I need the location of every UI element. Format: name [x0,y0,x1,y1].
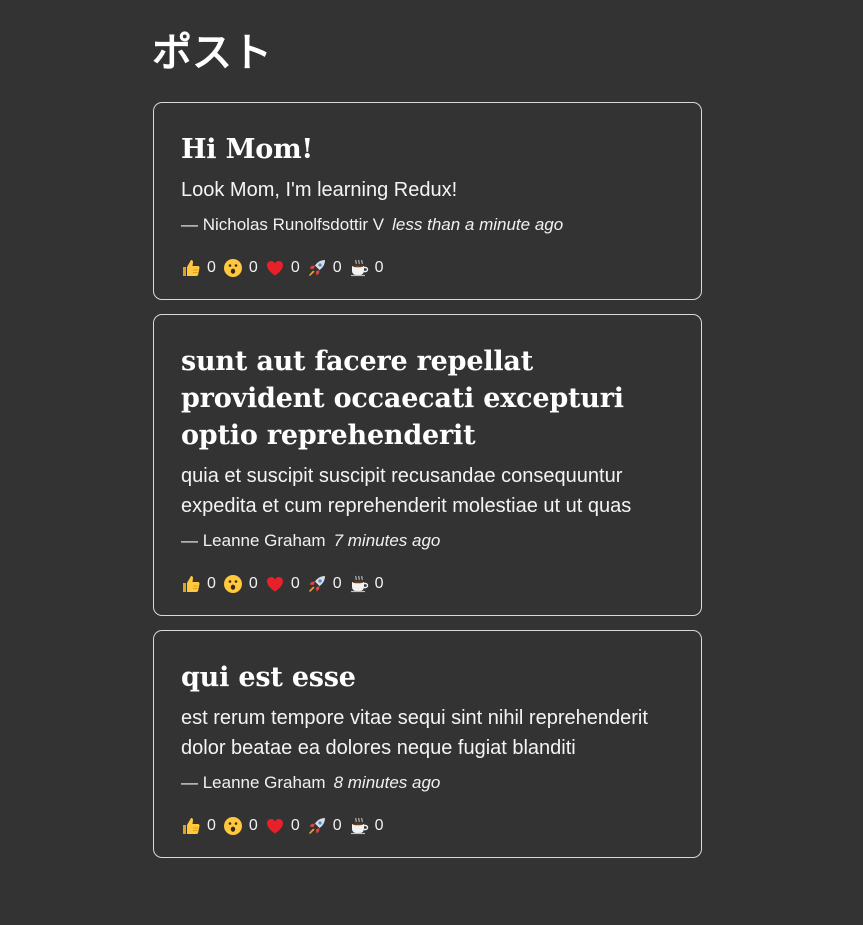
reaction-count: 0 [332,259,342,276]
post-meta: — Leanne Graham 8 minutes ago [181,771,674,795]
post-meta: — Leanne Graham 7 minutes ago [181,529,674,553]
post-timestamp: 7 minutes ago [333,531,441,550]
thumbs-up-icon [181,258,201,278]
reaction-heart-button[interactable]: 0 [265,574,300,594]
page-title: ポスト [152,30,272,76]
post-author: — Nicholas Runolfsdottir V [181,215,385,234]
reaction-rocket-button[interactable]: 0 [307,816,342,836]
reaction-rocket-button[interactable]: 0 [307,258,342,278]
post-author: — Leanne Graham [181,531,326,550]
reaction-thumbs-up-button[interactable]: 0 [181,816,216,836]
reaction-buttons: 0 0 0 0 0 [181,255,674,281]
reaction-surprised-button[interactable]: 0 [223,258,258,278]
reaction-count: 0 [207,817,216,834]
reaction-count: 0 [248,817,258,834]
post-meta: — Nicholas Runolfsdottir V less than a mi… [181,213,674,237]
rocket-icon [307,258,327,278]
reaction-thumbs-up-button[interactable]: 0 [181,258,216,278]
reaction-coffee-button[interactable]: 0 [349,816,384,836]
reaction-coffee-button[interactable]: 0 [349,258,384,278]
surprised-face-icon [223,574,243,594]
coffee-icon [349,258,369,278]
reaction-count: 0 [332,575,342,592]
reaction-buttons: 0 0 0 0 0 [181,571,674,597]
reaction-count: 0 [248,575,258,592]
thumbs-up-icon [181,574,201,594]
reaction-surprised-button[interactable]: 0 [223,574,258,594]
reaction-coffee-button[interactable]: 0 [349,574,384,594]
post-list: Hi Mom! Look Mom, I'm learning Redux! — … [153,102,702,872]
post-card: qui est esse est rerum tempore vitae seq… [153,630,702,858]
reaction-count: 0 [374,259,384,276]
post-title: Hi Mom! [181,134,314,165]
reaction-count: 0 [374,817,384,834]
reaction-count: 0 [374,575,384,592]
heart-icon [265,816,285,836]
reaction-count: 0 [290,817,300,834]
post-excerpt: Look Mom, I'm learning Redux! [181,179,458,201]
reaction-rocket-button[interactable]: 0 [307,574,342,594]
coffee-icon [349,816,369,836]
reaction-surprised-button[interactable]: 0 [223,816,258,836]
heart-icon [265,258,285,278]
surprised-face-icon [223,258,243,278]
heart-icon [265,574,285,594]
posts-page: ポスト Hi Mom! Look Mom, I'm learning Redux… [0,0,863,925]
post-card: Hi Mom! Look Mom, I'm learning Redux! — … [153,102,702,300]
reaction-buttons: 0 0 0 0 0 [181,813,674,839]
post-excerpt: quia et suscipit suscipit recusandae con… [181,465,632,517]
reaction-heart-button[interactable]: 0 [265,258,300,278]
surprised-face-icon [223,816,243,836]
post-excerpt: est rerum tempore vitae sequi sint nihil… [181,707,648,759]
post-timestamp: less than a minute ago [392,215,564,234]
reaction-count: 0 [207,259,216,276]
post-author: — Leanne Graham [181,773,326,792]
reaction-heart-button[interactable]: 0 [265,816,300,836]
post-timestamp: 8 minutes ago [333,773,441,792]
reaction-count: 0 [290,259,300,276]
reaction-count: 0 [248,259,258,276]
reaction-count: 0 [207,575,216,592]
post-card: sunt aut facere repellat provident occae… [153,314,702,616]
rocket-icon [307,816,327,836]
thumbs-up-icon [181,816,201,836]
reaction-thumbs-up-button[interactable]: 0 [181,574,216,594]
reaction-count: 0 [332,817,342,834]
coffee-icon [349,574,369,594]
reaction-count: 0 [290,575,300,592]
post-title: qui est esse [181,662,356,693]
post-title: sunt aut facere repellat provident occae… [181,346,624,451]
rocket-icon [307,574,327,594]
